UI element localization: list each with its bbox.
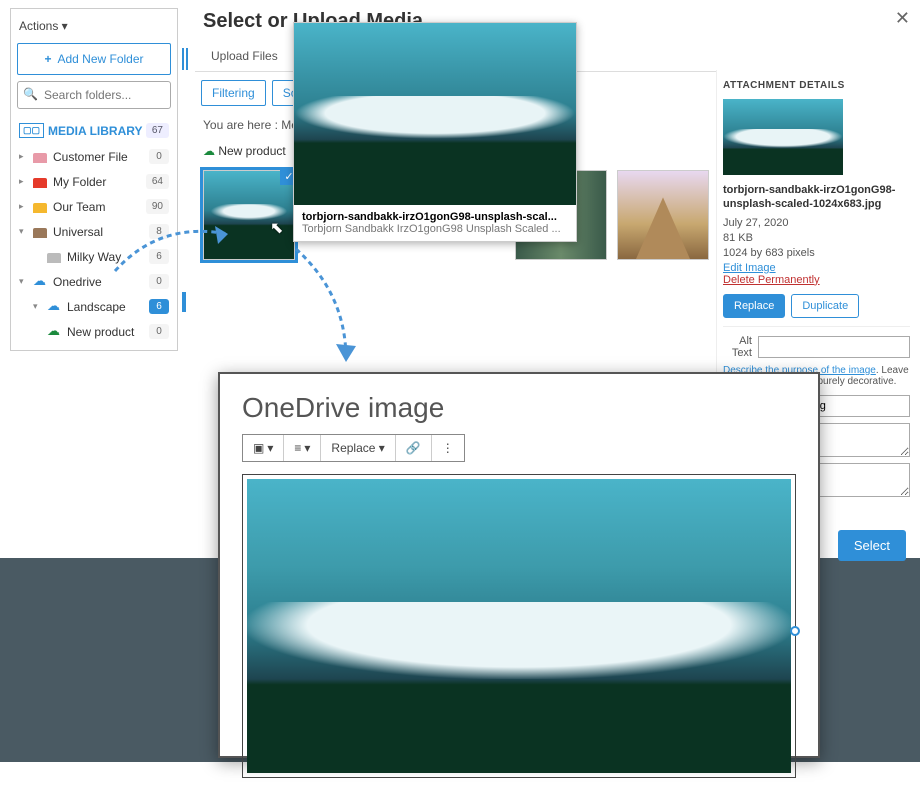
details-dimensions: 1024 by 683 pixels [723, 246, 910, 261]
preview-image [294, 23, 576, 205]
alt-text-label: Alt Text [723, 335, 752, 359]
replace-button[interactable]: Replace [723, 294, 785, 318]
image-icon: ▣ [253, 441, 264, 455]
media-library-header[interactable]: ▢▢MEDIA LIBRARY 67 [17, 117, 171, 144]
library-count-badge: 67 [146, 123, 169, 138]
link-icon: 🔗 [406, 441, 421, 455]
block-type-button[interactable]: ▣▾ [243, 435, 284, 461]
filtering-button[interactable]: Filtering [201, 80, 266, 106]
tab-upload-files[interactable]: Upload Files [201, 41, 288, 71]
folder-search-input[interactable] [17, 81, 171, 109]
post-image-block[interactable] [247, 479, 791, 773]
folder-customer-file[interactable]: ▸Customer File0 [17, 144, 171, 169]
close-icon[interactable]: ✕ [895, 8, 910, 29]
folder-sidebar: Actions ▾ Add New Folder 🔍 ▢▢MEDIA LIBRA… [10, 8, 178, 351]
details-date: July 27, 2020 [723, 216, 910, 231]
details-header: ATTACHMENT DETAILS [723, 80, 910, 91]
details-thumbnail [723, 99, 843, 175]
thumbnail-preview-popup: torbjorn-sandbakk-irzO1gonG98-unsplash-s… [293, 22, 577, 242]
add-new-folder-button[interactable]: Add New Folder [17, 43, 171, 75]
duplicate-button[interactable]: Duplicate [791, 294, 859, 318]
media-thumb-5[interactable] [617, 170, 709, 260]
folder-milky-way[interactable]: Milky Way6 [17, 244, 171, 269]
kebab-icon: ⋮ [442, 441, 454, 455]
media-thumb-1[interactable] [203, 170, 295, 260]
folder-new-product[interactable]: New product0 [17, 319, 171, 344]
align-icon: ≡ [294, 441, 301, 455]
folder-our-team[interactable]: ▸Our Team90 [17, 194, 171, 219]
preview-filename: torbjorn-sandbakk-irzO1gonG98-unsplash-s… [302, 211, 557, 223]
folder-drag-indicator [182, 292, 186, 312]
cursor-icon: ⬉ [270, 218, 283, 238]
align-button[interactable]: ≡▾ [284, 435, 321, 461]
resize-handle-right[interactable] [790, 626, 800, 636]
sidebar-resize-handle[interactable] [182, 48, 188, 70]
actions-dropdown[interactable]: Actions ▾ [17, 15, 171, 37]
details-filesize: 81 KB [723, 231, 910, 246]
details-filename: torbjorn-sandbakk-irzO1gonG98-unsplash-s… [723, 183, 910, 212]
more-options-button[interactable]: ⋮ [432, 435, 464, 461]
alt-text-input[interactable] [758, 336, 910, 358]
edit-image-link[interactable]: Edit Image [723, 262, 910, 274]
post-title[interactable]: OneDrive image [220, 374, 818, 434]
folder-onedrive[interactable]: ▾Onedrive0 [17, 269, 171, 294]
block-toolbar: ▣▾ ≡▾ Replace ▾ 🔗 ⋮ [242, 434, 465, 462]
delete-permanently-link[interactable]: Delete Permanently [723, 274, 910, 286]
folder-landscape[interactable]: ▾Landscape6 [17, 294, 171, 319]
search-icon: 🔍 [23, 87, 38, 101]
select-button[interactable]: Select [838, 530, 906, 561]
link-button[interactable]: 🔗 [396, 435, 432, 461]
folder-my-folder[interactable]: ▸My Folder64 [17, 169, 171, 194]
folder-universal[interactable]: ▾Universal8 [17, 219, 171, 244]
image-block-frame [242, 474, 796, 778]
block-replace-button[interactable]: Replace ▾ [321, 435, 395, 461]
preview-subtitle: Torbjorn Sandbakk IrzO1gonG98 Unsplash S… [302, 223, 561, 235]
post-editor-window: OneDrive image ▣▾ ≡▾ Replace ▾ 🔗 ⋮ [218, 372, 820, 758]
